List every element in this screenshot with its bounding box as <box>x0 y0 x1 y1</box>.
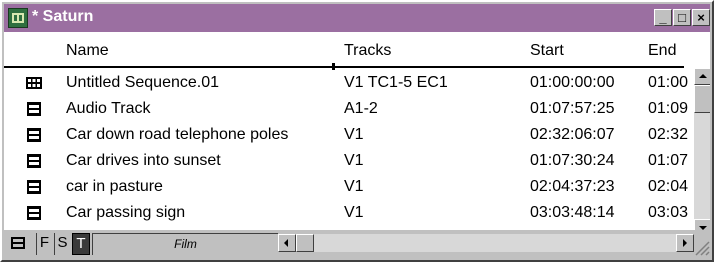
column-header-name[interactable]: Name <box>66 42 109 60</box>
resize-grip-icon[interactable] <box>694 236 710 256</box>
bin-view-toggle-button[interactable] <box>8 233 30 255</box>
row-name: Car down road telephone poles <box>66 126 289 143</box>
row-start: 01:00:00:00 <box>530 74 615 91</box>
row-tracks: V1 <box>344 152 364 169</box>
bin-content: Name Tracks Start End Untitled Sequence.… <box>4 32 710 230</box>
table-row[interactable]: Car passing sign V1 03:03:48:14 03:03 <box>4 202 694 228</box>
table-row[interactable]: Audio Track A1-2 01:07:57:25 01:09 <box>4 98 694 124</box>
column-header-tracks[interactable]: Tracks <box>344 42 391 60</box>
table-row[interactable]: Car down road telephone poles V1 02:32:0… <box>4 124 694 150</box>
row-name: Audio Track <box>66 100 151 117</box>
clip-icon <box>27 180 41 194</box>
row-name: Car drives into sunset <box>66 152 221 169</box>
scroll-up-button[interactable] <box>694 68 710 85</box>
header-divider <box>4 66 684 68</box>
column-divider-handle[interactable] <box>332 63 335 70</box>
title-bar[interactable]: * Saturn _ □ × <box>4 4 710 32</box>
row-end: 02:32 <box>648 126 689 143</box>
horizontal-scroll-track[interactable] <box>314 234 676 252</box>
arrow-right-icon <box>683 239 687 247</box>
sequence-icon <box>26 77 42 89</box>
minimize-button[interactable]: _ <box>654 9 672 26</box>
table-row[interactable]: car in pasture V1 02:04:37:23 02:04 <box>4 176 694 202</box>
clip-icon <box>27 102 41 116</box>
close-button[interactable]: × <box>692 9 710 26</box>
clip-icon <box>27 154 41 168</box>
bin-app-icon[interactable] <box>8 8 28 28</box>
row-tracks: V1 <box>344 126 364 143</box>
row-name: Car passing sign <box>66 204 186 221</box>
scroll-right-button[interactable] <box>676 234 694 252</box>
row-start: 02:04:37:23 <box>530 178 615 195</box>
row-end: 01:09 <box>648 100 689 117</box>
scroll-down-button[interactable] <box>694 219 710 230</box>
vertical-scrollbar[interactable] <box>694 68 710 230</box>
bin-toolbar: F S T Film <box>4 230 710 260</box>
maximize-button[interactable]: □ <box>673 9 691 26</box>
table-row[interactable]: Car drives into sunset V1 01:07:30:24 01… <box>4 150 694 176</box>
arrow-left-icon <box>284 239 288 247</box>
arrow-up-icon <box>699 74 707 78</box>
row-name: Untitled Sequence.01 <box>66 74 219 91</box>
row-name: car in pasture <box>66 178 163 195</box>
column-header-end[interactable]: End <box>648 42 676 60</box>
row-tracks: V1 <box>344 178 364 195</box>
column-header-row: Name Tracks Start End <box>4 32 710 66</box>
vertical-scroll-thumb[interactable] <box>694 85 710 113</box>
row-end: 03:03 <box>648 204 689 221</box>
row-end: 01:00 <box>648 74 689 91</box>
row-start: 01:07:57:25 <box>530 100 615 117</box>
row-end: 01:07 <box>648 152 689 169</box>
script-view-button[interactable]: S <box>54 233 70 255</box>
text-view-button[interactable]: T <box>72 233 90 255</box>
table-row[interactable]: Untitled Sequence.01 V1 TC1-5 EC1 01:00:… <box>4 72 694 98</box>
scroll-left-button[interactable] <box>278 234 296 252</box>
row-start: 01:07:30:24 <box>530 152 615 169</box>
horizontal-scroll-thumb[interactable] <box>296 234 314 252</box>
row-tracks: V1 <box>344 204 364 221</box>
column-header-start[interactable]: Start <box>530 42 564 60</box>
clip-icon <box>27 128 41 142</box>
window-title: * Saturn <box>32 8 94 25</box>
row-start: 02:32:06:07 <box>530 126 615 143</box>
frame-view-icon <box>11 237 25 249</box>
bin-window: * Saturn _ □ × Name Tracks Start End Unt… <box>0 0 714 262</box>
bin-view-menu[interactable]: Film <box>92 233 278 255</box>
row-start: 03:03:48:14 <box>530 204 615 221</box>
row-end: 02:04 <box>648 178 689 195</box>
row-tracks: V1 TC1-5 EC1 <box>344 74 448 91</box>
clip-icon <box>27 206 41 220</box>
row-tracks: A1-2 <box>344 100 378 117</box>
frame-view-button[interactable]: F <box>36 233 52 255</box>
